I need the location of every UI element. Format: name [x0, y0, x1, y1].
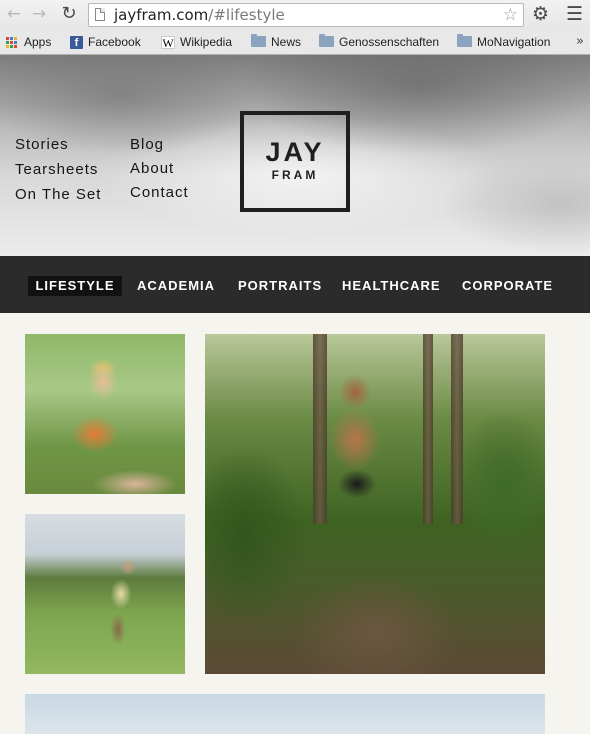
nav-link-stories[interactable]: Stories	[15, 136, 69, 153]
url-host: jayfram.com	[114, 6, 209, 24]
tree-trunk	[423, 334, 433, 524]
photo-partial-sky[interactable]	[25, 694, 545, 734]
photo-runner-forest-trail[interactable]	[205, 334, 545, 674]
category-bar: LIFESTYLE ACADEMIA PORTRAITS HEALTHCARE …	[0, 256, 590, 313]
category-corporate[interactable]: CORPORATE	[462, 276, 552, 296]
logo-text-fram: FRAM	[271, 168, 319, 182]
tree-trunk	[451, 334, 463, 524]
bookmark-star-icon[interactable]: ☆	[503, 5, 518, 25]
folder-icon	[251, 34, 266, 48]
bookmark-wikipedia[interactable]: W Wikipedia	[161, 34, 232, 50]
nav-link-contact[interactable]: Contact	[130, 184, 189, 201]
bookmarks-overflow-icon[interactable]: »	[576, 34, 584, 49]
page-icon	[95, 8, 105, 21]
url-path: /#lifestyle	[208, 6, 285, 24]
bookmark-facebook[interactable]: f Facebook	[70, 34, 141, 50]
bookmark-label: Facebook	[88, 35, 141, 49]
forward-arrow-icon[interactable]: →	[29, 4, 49, 24]
apps-grid-icon	[6, 36, 18, 49]
folder-icon	[319, 34, 334, 48]
site-logo[interactable]: JAY FRAM	[240, 111, 350, 212]
browser-toolbar: ← → ↻ jayfram.com/#lifestyle ☆ ⚙ ☰	[0, 0, 590, 30]
bookmark-label: News	[271, 35, 302, 49]
bookmark-news[interactable]: News	[251, 34, 301, 50]
tree-trunk	[313, 334, 327, 524]
gear-icon[interactable]: ⚙	[532, 3, 549, 25]
category-portraits[interactable]: PORTRAITS	[238, 276, 322, 296]
url-text[interactable]: jayfram.com/#lifestyle	[114, 6, 285, 24]
photo-woman-sitting-outdoors[interactable]	[25, 334, 185, 494]
nav-link-about[interactable]: About	[130, 160, 174, 177]
reload-icon[interactable]: ↻	[59, 4, 79, 24]
bookmark-label: MoNavigation	[477, 35, 551, 49]
category-healthcare[interactable]: HEALTHCARE	[342, 276, 440, 296]
bookmark-label: Genossenschaften	[339, 35, 440, 49]
logo-text-jay: JAY	[265, 137, 325, 167]
bookmarks-bar: Apps f Facebook W Wikipedia News Genossens…	[0, 30, 590, 55]
nav-link-tearsheets[interactable]: Tearsheets	[15, 161, 98, 178]
address-bar[interactable]: jayfram.com/#lifestyle ☆	[88, 3, 524, 27]
nav-link-on-the-set[interactable]: On The Set	[15, 186, 101, 203]
wikipedia-icon: W	[161, 36, 175, 51]
facebook-icon: f	[70, 36, 83, 50]
bookmark-label: Wikipedia	[180, 35, 233, 49]
photo-golfer-swing[interactable]	[25, 514, 185, 674]
nav-link-blog[interactable]: Blog	[130, 136, 164, 153]
bookmark-genossenschaften[interactable]: Genossenschaften	[319, 34, 439, 50]
bookmark-apps[interactable]: Apps	[6, 34, 51, 50]
bookmark-label: Apps	[24, 35, 52, 49]
back-arrow-icon[interactable]: ←	[4, 4, 24, 24]
folder-icon	[457, 34, 472, 48]
category-academia[interactable]: ACADEMIA	[134, 276, 218, 296]
hamburger-menu-icon[interactable]: ☰	[566, 3, 583, 25]
bookmark-monavigation[interactable]: MoNavigation	[457, 34, 550, 50]
category-lifestyle[interactable]: LIFESTYLE	[28, 276, 122, 296]
